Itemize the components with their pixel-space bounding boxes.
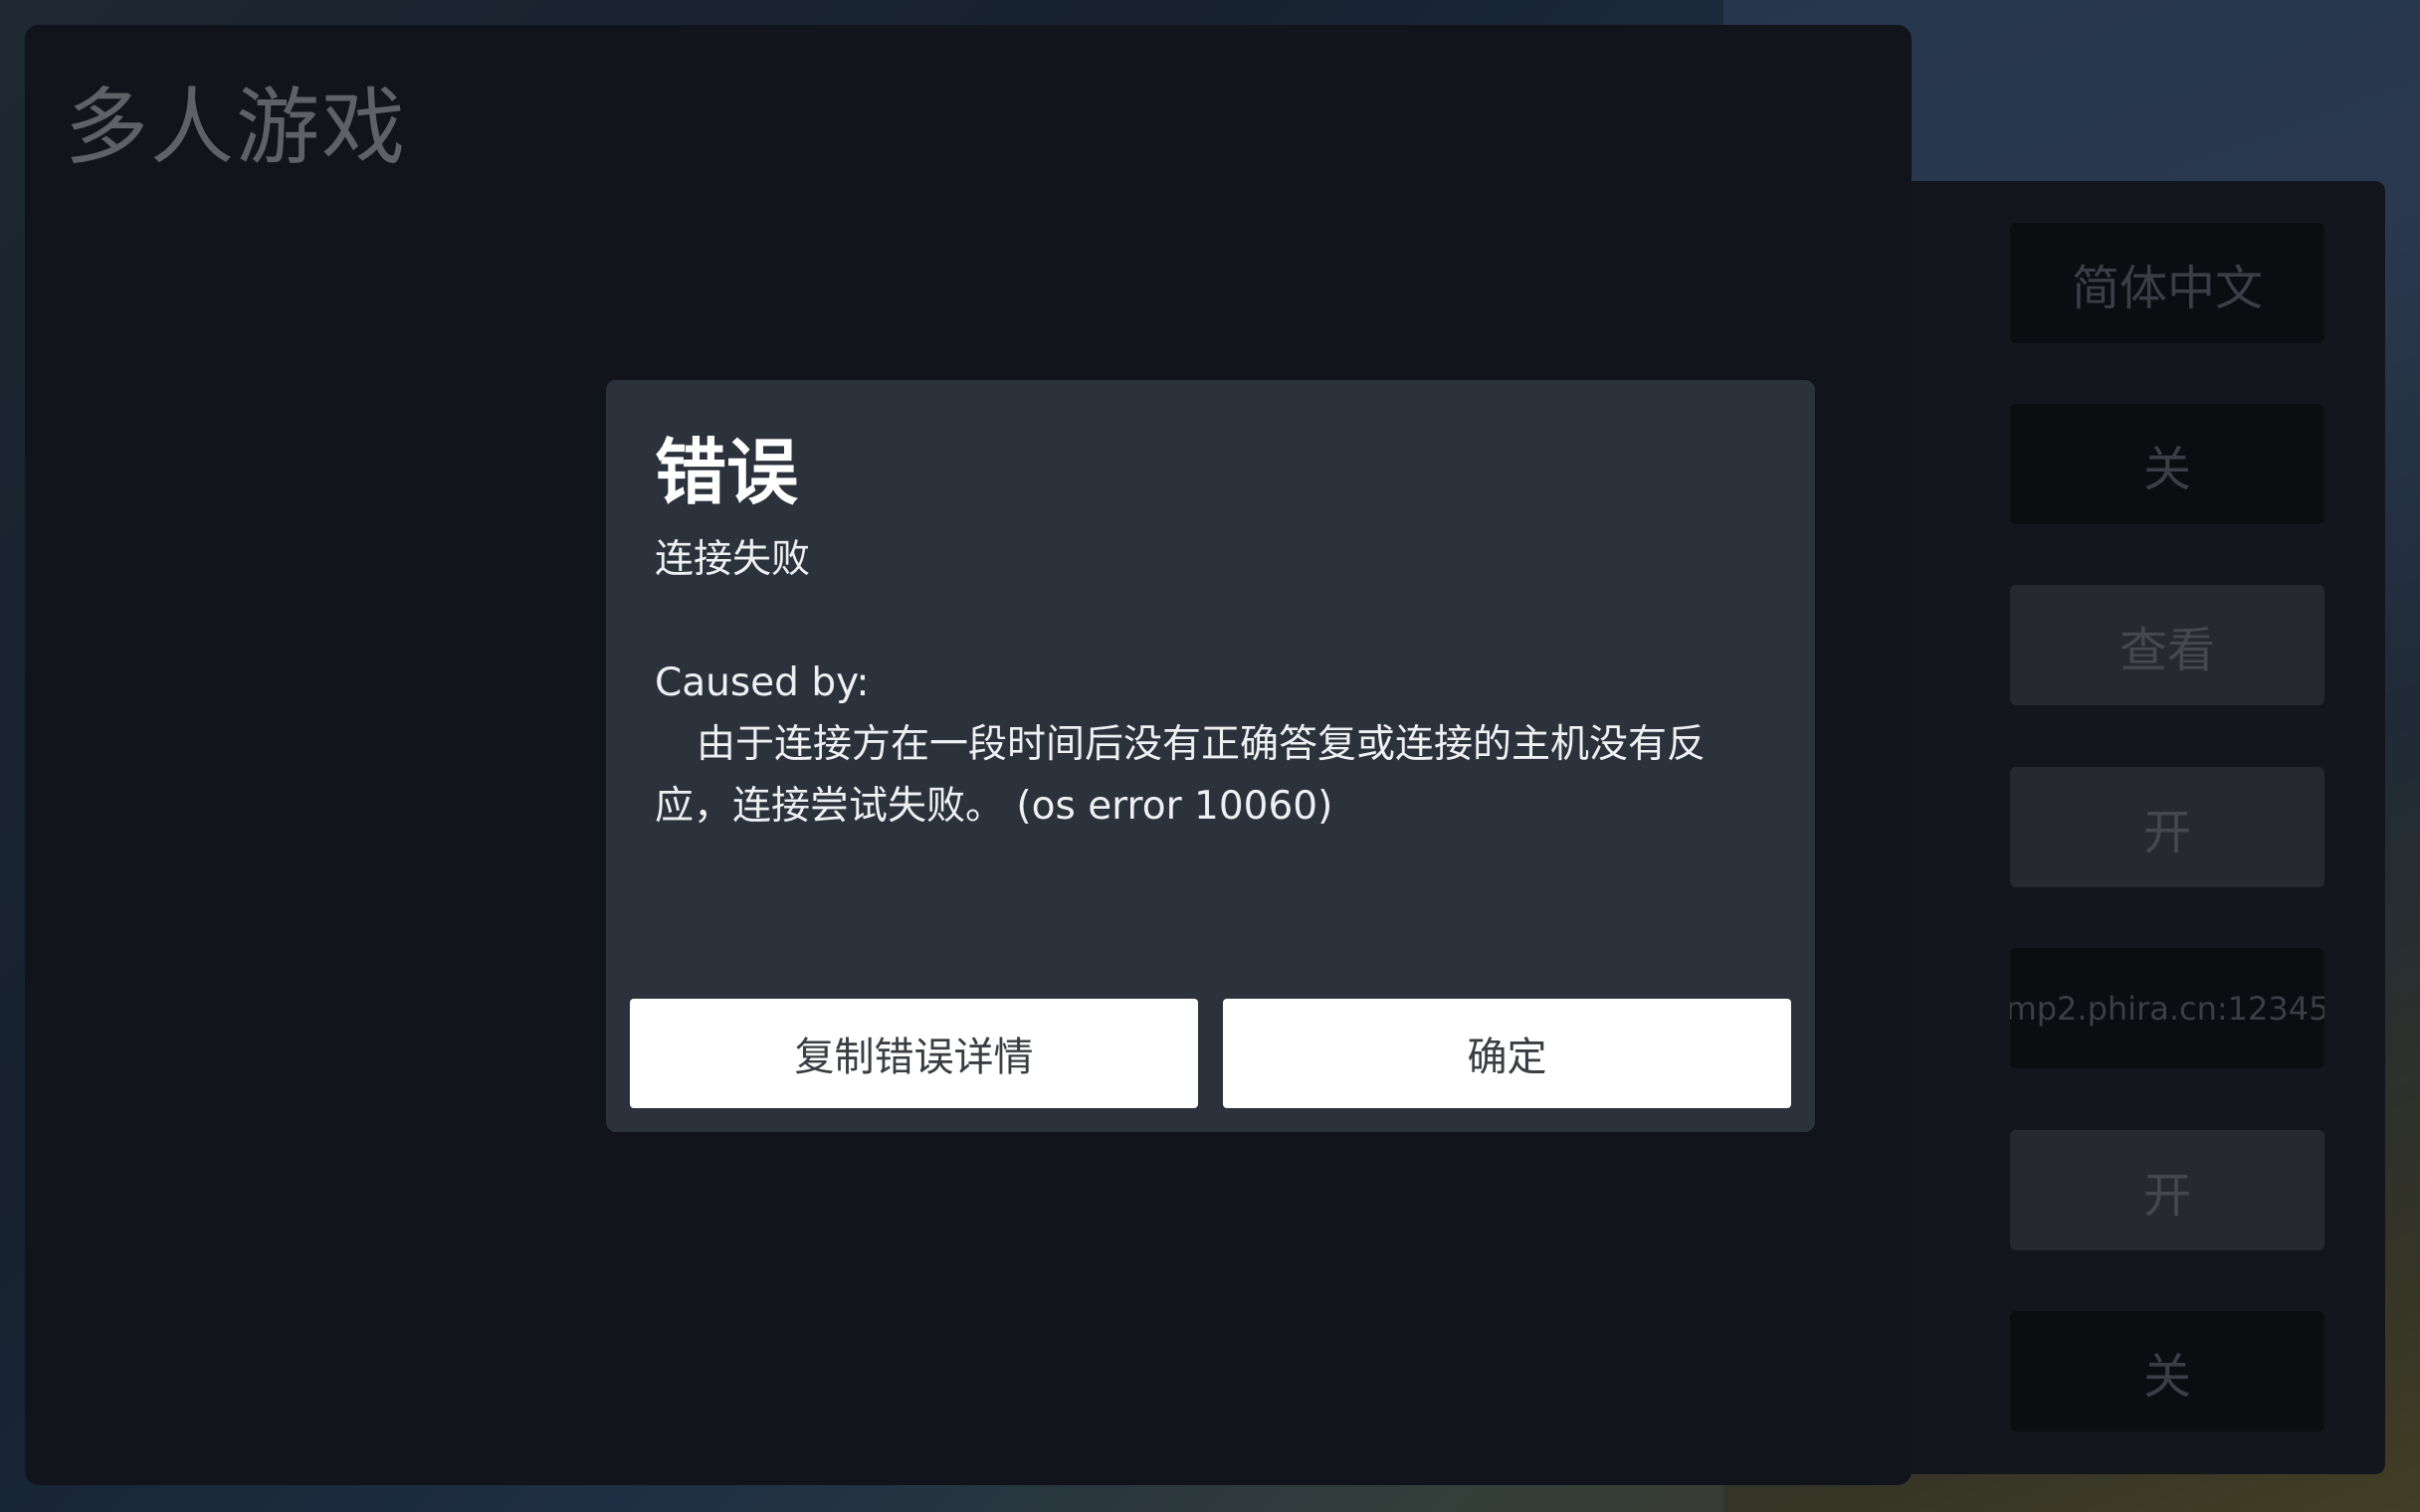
error-detail: 由于连接方在一段时间后没有正确答复或连接的主机没有反应，连接尝试失败。 (os … [655, 722, 1707, 829]
settings-panel: 简体中文 关 查看 开 mp2.phira.cn:12345 开 关 [1912, 181, 2385, 1474]
page-title: 多人游戏 [65, 79, 408, 176]
view-button[interactable]: 查看 [2010, 585, 2324, 705]
toggle-button-2[interactable]: 开 [2010, 767, 2324, 887]
error-summary: 连接失败 [655, 537, 811, 582]
toggle-button-3[interactable]: 开 [2010, 1130, 2324, 1250]
language-select-button[interactable]: 简体中文 [2010, 223, 2324, 343]
copy-error-details-button[interactable]: 复制错误详情 [630, 999, 1198, 1108]
dialog-message: 连接失败 Caused by: 由于连接方在一段时间后没有正确答复或连接的主机没… [655, 529, 1774, 838]
ok-button[interactable]: 确定 [1223, 999, 1791, 1108]
toggle-button-1[interactable]: 关 [2010, 404, 2324, 524]
dialog-title: 错误 [655, 431, 799, 514]
error-dialog: 错误 连接失败 Caused by: 由于连接方在一段时间后没有正确答复或连接的… [606, 380, 1815, 1132]
caused-by-label: Caused by: [655, 661, 870, 705]
toggle-button-4[interactable]: 关 [2010, 1311, 2324, 1431]
message-spacer [655, 591, 1774, 653]
app-screen: 多人游戏 简体中文 关 查看 开 mp2.phira.cn:12345 开 关 … [0, 0, 2420, 1512]
server-address-field[interactable]: mp2.phira.cn:12345 [2010, 948, 2324, 1068]
